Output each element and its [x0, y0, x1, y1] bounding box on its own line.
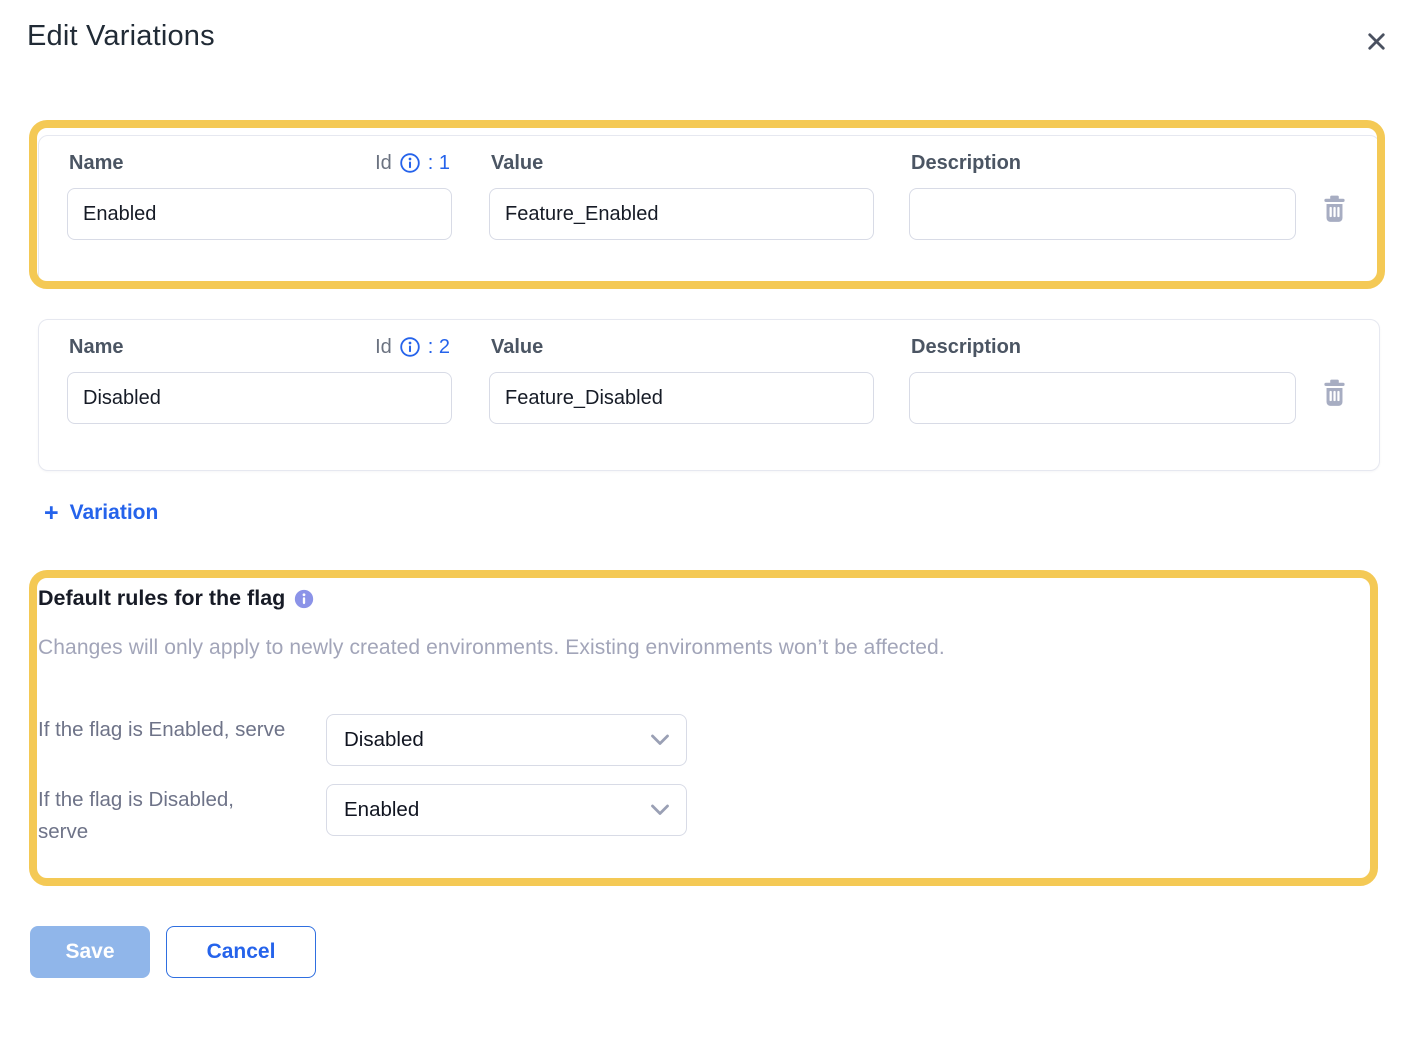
variation-value-input[interactable]: [489, 188, 874, 240]
info-icon[interactable]: [399, 336, 421, 358]
variation-value-input[interactable]: [489, 372, 874, 424]
name-label: Name: [69, 152, 123, 175]
delete-variation-button[interactable]: [1321, 379, 1348, 407]
description-label: Description: [911, 336, 1021, 359]
serve-select-disabled[interactable]: Enabled: [326, 784, 687, 836]
default-rules-note: Changes will only apply to newly created…: [38, 636, 1380, 660]
variation-card: Name Id : 1 Value Description: [38, 135, 1380, 287]
action-buttons: Save Cancel: [30, 926, 1420, 978]
description-label: Description: [911, 152, 1021, 175]
trash-icon: [1321, 395, 1348, 410]
close-button[interactable]: [1359, 24, 1394, 59]
chevron-down-icon: [650, 734, 670, 746]
value-label: Value: [491, 152, 543, 175]
rule-label-enabled: If the flag is Enabled, serve: [38, 714, 288, 746]
value-label: Value: [491, 336, 543, 359]
variation-description-input[interactable]: [909, 188, 1296, 240]
variation-id-value: : 2: [428, 336, 450, 359]
variation-description-input[interactable]: [909, 372, 1296, 424]
trash-icon: [1321, 211, 1348, 226]
info-icon[interactable]: [399, 152, 421, 174]
default-rules-title: Default rules for the flag: [38, 586, 285, 611]
name-label: Name: [69, 336, 123, 359]
default-rules-section: Default rules for the flag Changes will …: [38, 586, 1380, 848]
variation-name-input[interactable]: [67, 372, 452, 424]
cancel-button[interactable]: Cancel: [166, 926, 316, 978]
page-title: Edit Variations: [27, 20, 215, 53]
variation-id-badge: Id : 1: [375, 152, 450, 175]
chevron-down-icon: [650, 804, 670, 816]
add-variation-label: Variation: [70, 501, 159, 525]
close-icon: [1363, 43, 1390, 58]
id-label: Id: [375, 336, 392, 359]
rule-label-disabled: If the flag is Disabled, serve: [38, 784, 288, 848]
select-value: Enabled: [344, 798, 419, 822]
plus-icon: +: [44, 503, 59, 523]
save-button[interactable]: Save: [30, 926, 150, 978]
delete-variation-button[interactable]: [1321, 195, 1348, 223]
variation-card: Name Id : 2 Value Description: [38, 319, 1380, 471]
serve-select-enabled[interactable]: Disabled: [326, 714, 687, 766]
variation-id-badge: Id : 2: [375, 336, 450, 359]
variation-id-value: : 1: [428, 152, 450, 175]
modal-header: Edit Variations: [0, 0, 1420, 59]
id-label: Id: [375, 152, 392, 175]
info-filled-icon[interactable]: [294, 589, 314, 609]
select-value: Disabled: [344, 728, 424, 752]
variation-name-input[interactable]: [67, 188, 452, 240]
add-variation-button[interactable]: + Variation: [44, 501, 158, 525]
